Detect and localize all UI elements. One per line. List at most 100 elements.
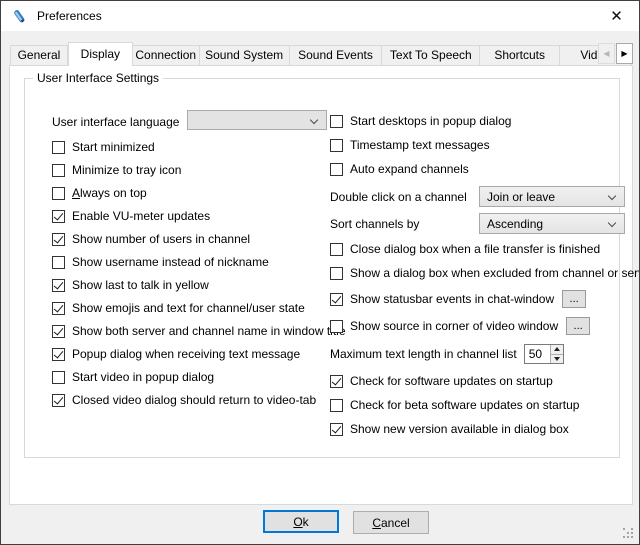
tab-connection[interactable]: Connection — [133, 45, 200, 66]
max-text-length-label: Maximum text length in channel list — [330, 347, 517, 361]
checkbox-icon[interactable] — [52, 141, 65, 154]
checkbox-icon[interactable] — [330, 293, 343, 306]
checkbox-label: Show last to talk in yellow — [72, 278, 209, 292]
double-click-label: Double click on a channel — [330, 190, 467, 204]
sort-channels-value: Ascending — [487, 217, 543, 231]
checkbox-icon[interactable] — [330, 163, 343, 176]
tab-text-to-speech[interactable]: Text To Speech — [382, 45, 480, 66]
checkbox-label: Minimize to tray icon — [72, 163, 181, 177]
checkbox-icon[interactable] — [330, 115, 343, 128]
checkbox-icon[interactable] — [330, 267, 343, 280]
checkbox-software-updates[interactable]: Check for software updates on startup — [330, 374, 635, 388]
tab-sound-system[interactable]: Sound System — [200, 45, 290, 66]
checkbox-server-channel-title[interactable]: Show both server and channel name in win… — [52, 324, 332, 338]
cancel-button[interactable]: Cancel — [353, 511, 429, 534]
checkbox-label: Check for beta software updates on start… — [350, 398, 579, 412]
checkbox-label: Show emojis and text for channel/user st… — [72, 301, 305, 315]
checkbox-video-popup[interactable]: Start video in popup dialog — [52, 370, 332, 384]
checkbox-show-username[interactable]: Show username instead of nickname — [52, 255, 332, 269]
app-icon — [11, 8, 28, 25]
spinner-down-icon[interactable] — [551, 355, 563, 364]
checkbox-icon[interactable] — [330, 320, 343, 333]
language-select[interactable] — [187, 110, 327, 130]
checkbox-label: Close dialog box when a file transfer is… — [350, 242, 600, 256]
checkbox-excluded-dialog[interactable]: Show a dialog box when excluded from cha… — [330, 266, 635, 280]
checkbox-vu-meter[interactable]: Enable VU-meter updates — [52, 209, 332, 223]
spinner-buttons — [550, 345, 563, 363]
double-click-select[interactable]: Join or leave — [479, 186, 625, 207]
checkbox-desktops-popup[interactable]: Start desktops in popup dialog — [330, 114, 635, 128]
checkbox-label: Show a dialog box when excluded from cha… — [350, 266, 640, 280]
right-column: Start desktops in popup dialog Timestamp… — [330, 114, 635, 446]
checkbox-icon[interactable] — [52, 164, 65, 177]
tab-scroll-buttons: ◀ ▶ — [598, 43, 633, 64]
checkbox-label: Start video in popup dialog — [72, 370, 214, 384]
checkbox-icon[interactable] — [52, 279, 65, 292]
close-button[interactable]: ✕ — [594, 1, 639, 31]
checkbox-icon[interactable] — [52, 187, 65, 200]
checkbox-timestamp[interactable]: Timestamp text messages — [330, 138, 635, 152]
statusbar-events-row[interactable]: Show statusbar events in chat-window ... — [330, 290, 635, 308]
checkbox-label: Start desktops in popup dialog — [350, 114, 511, 128]
left-column: User interface language Start minimized … — [52, 112, 332, 416]
checkbox-icon[interactable] — [52, 256, 65, 269]
ok-button[interactable]: Ok — [263, 510, 339, 533]
checkbox-icon[interactable] — [52, 348, 65, 361]
checkbox-closed-video-return[interactable]: Closed video dialog should return to vid… — [52, 393, 332, 407]
checkbox-show-user-count[interactable]: Show number of users in channel — [52, 232, 332, 246]
spinner-up-icon[interactable] — [551, 345, 563, 355]
checkbox-new-version-dialog[interactable]: Show new version available in dialog box — [330, 422, 635, 436]
checkbox-icon[interactable] — [52, 210, 65, 223]
sort-channels-select[interactable]: Ascending — [479, 213, 625, 234]
checkbox-label: Auto expand channels — [350, 162, 469, 176]
checkbox-icon[interactable] — [52, 325, 65, 338]
checkbox-auto-expand[interactable]: Auto expand channels — [330, 162, 635, 176]
tab-shortcuts[interactable]: Shortcuts — [480, 45, 560, 66]
checkbox-last-to-talk[interactable]: Show last to talk in yellow — [52, 278, 332, 292]
checkbox-icon[interactable] — [52, 371, 65, 384]
checkbox-icon[interactable] — [330, 375, 343, 388]
checkbox-icon[interactable] — [52, 394, 65, 407]
checkbox-always-on-top[interactable]: Always on top — [52, 186, 332, 200]
tab-scroll-right-icon[interactable]: ▶ — [616, 43, 633, 64]
tab-general[interactable]: General — [10, 45, 68, 66]
double-click-row: Double click on a channel Join or leave — [330, 186, 635, 207]
tab-display[interactable]: Display — [68, 42, 133, 66]
statusbar-events-browse-button[interactable]: ... — [562, 290, 586, 308]
max-text-length-value[interactable]: 50 — [525, 345, 550, 363]
tab-scroll-left-icon[interactable]: ◀ — [598, 43, 615, 64]
checkbox-icon[interactable] — [330, 423, 343, 436]
checkbox-popup-text-message[interactable]: Popup dialog when receiving text message — [52, 347, 332, 361]
video-source-corner-row[interactable]: Show source in corner of video window ..… — [330, 317, 635, 335]
video-source-browse-button[interactable]: ... — [566, 317, 590, 335]
checkbox-icon[interactable] — [330, 399, 343, 412]
tab-bar: General Display Connection Sound System … — [10, 42, 632, 66]
checkbox-label: Enable VU-meter updates — [72, 209, 210, 223]
max-text-length-row: Maximum text length in channel list 50 — [330, 344, 635, 364]
checkbox-icon[interactable] — [52, 233, 65, 246]
group-legend: User Interface Settings — [33, 71, 163, 85]
checkbox-icon[interactable] — [330, 139, 343, 152]
checkbox-start-minimized[interactable]: Start minimized — [52, 140, 332, 154]
resize-grip[interactable] — [623, 528, 634, 539]
checkbox-label: Popup dialog when receiving text message — [72, 347, 300, 361]
checkbox-icon[interactable] — [52, 302, 65, 315]
sort-channels-row: Sort channels by Ascending — [330, 213, 635, 234]
checkbox-close-on-transfer[interactable]: Close dialog box when a file transfer is… — [330, 242, 635, 256]
checkbox-label: Show both server and channel name in win… — [72, 324, 346, 338]
checkbox-label: Show new version available in dialog box — [350, 422, 569, 436]
checkbox-label: Check for software updates on startup — [350, 374, 553, 388]
checkbox-icon[interactable] — [330, 243, 343, 256]
window-title: Preferences — [37, 9, 102, 23]
checkbox-label: Start minimized — [72, 140, 155, 154]
chevron-down-icon — [608, 219, 616, 227]
display-tab-page: User Interface Settings User interface l… — [9, 65, 633, 505]
tab-sound-events[interactable]: Sound Events — [290, 45, 383, 66]
checkbox-label: Closed video dialog should return to vid… — [72, 393, 316, 407]
max-text-length-spinner[interactable]: 50 — [524, 344, 564, 364]
checkbox-label: Timestamp text messages — [350, 138, 490, 152]
checkbox-emojis[interactable]: Show emojis and text for channel/user st… — [52, 301, 332, 315]
checkbox-minimize-to-tray[interactable]: Minimize to tray icon — [52, 163, 332, 177]
title-bar[interactable]: Preferences ✕ — [1, 1, 639, 31]
checkbox-beta-updates[interactable]: Check for beta software updates on start… — [330, 398, 635, 412]
